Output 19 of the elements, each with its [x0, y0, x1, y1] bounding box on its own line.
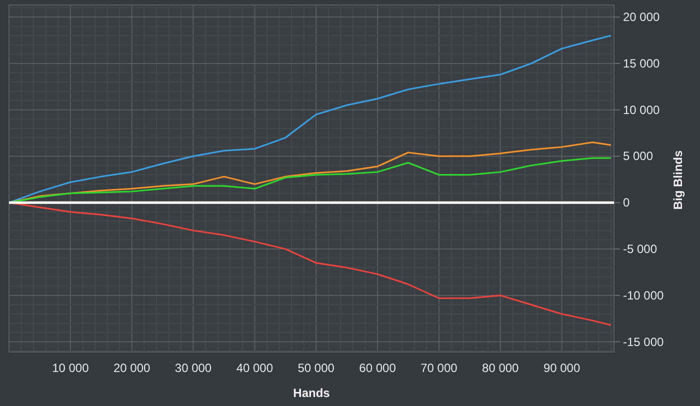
axis-tick-label: 60 000 [359, 361, 396, 375]
axis-tick-label: 90 000 [543, 361, 580, 375]
axis-tick-label: 10 000 [52, 361, 89, 375]
axis-tick-label: 50 000 [298, 361, 334, 375]
axis-tick-label: -15 000 [623, 334, 664, 349]
axis-tick-label: 30 000 [174, 361, 212, 375]
axis-tick-label: 80 000 [482, 361, 519, 375]
axis-tick-label: 10 000 [623, 102, 660, 117]
axis-title: Big Blinds [671, 150, 685, 210]
axis-tick-label: 40 000 [236, 361, 274, 375]
axis-title: Hands [293, 386, 330, 400]
axis-tick-label: 70 000 [420, 361, 458, 375]
axis-tick-label: -10 000 [623, 288, 664, 302]
axis-tick-label: 20 000 [623, 10, 660, 24]
axis-tick-label: 5 000 [623, 149, 654, 164]
axis-tick-label: -5 000 [623, 242, 658, 256]
axis-tick-label: 0 [623, 196, 630, 210]
axis-tick-label: 15 000 [623, 56, 660, 70]
axis-tick-label: 20 000 [114, 361, 150, 375]
